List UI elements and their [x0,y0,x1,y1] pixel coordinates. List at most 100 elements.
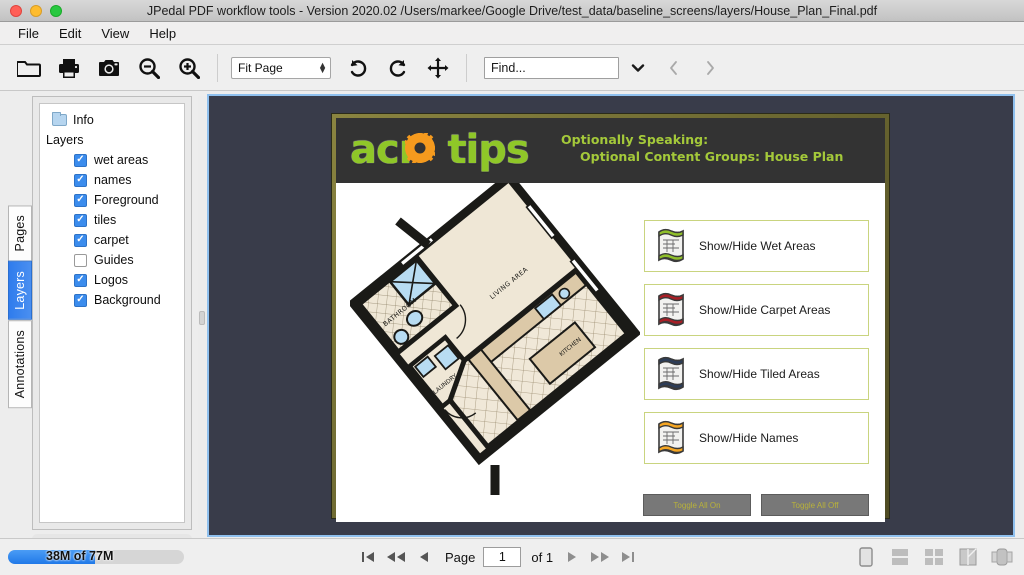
show-hide-wet-areas-button[interactable]: Show/Hide Wet Areas [644,220,869,272]
facing-pages-view-icon [925,549,943,565]
blueprint-scroll-carpet-areas-icon [658,292,684,327]
fast-forward-icon [591,552,610,562]
layer-row-tiles[interactable]: tiles [44,210,180,230]
layer-checkbox-guides[interactable] [74,253,87,267]
show-hide-names-button[interactable]: Show/Hide Names [644,412,869,464]
book-view-button[interactable] [954,544,982,570]
toggle-all-on-button[interactable]: Toggle All On [643,494,751,516]
menu-help[interactable]: Help [139,24,186,43]
show-hide-carpet-areas-button[interactable]: Show/Hide Carpet Areas [644,284,869,336]
menu-view[interactable]: View [91,24,139,43]
page-flow-view-icon [991,548,1013,566]
chevron-left-icon [670,60,677,75]
blueprint-scroll-tiled-areas-icon [658,356,684,391]
layer-row-carpet[interactable]: carpet [44,230,180,250]
find-options-button[interactable] [621,53,655,83]
layer-checkbox-wet-areas[interactable] [74,153,87,167]
layer-row-guides[interactable]: Guides [44,250,180,270]
document-body: BATHROOM LAUNDRY KITCHEN LIVING AREA Sho… [336,171,885,522]
acrotips-logo: acr tips [350,126,530,174]
open-file-button[interactable] [10,51,48,85]
rotate-left-button[interactable] [339,51,377,85]
layer-checkbox-names[interactable] [74,173,87,187]
tree-node-info[interactable]: Info [44,110,180,130]
sidebar-tab-layers[interactable]: Layers [8,261,32,321]
layer-checkbox-logos[interactable] [74,273,87,287]
next-page-button[interactable] [559,545,585,569]
tree-node-layers-group[interactable]: Layers [44,130,180,150]
layers-tree: Info Layers wet areas names Foreground t… [39,103,185,523]
layer-row-names[interactable]: names [44,170,180,190]
page-view-mode-group [852,544,1016,570]
find-input[interactable]: Find... [484,56,619,79]
previous-page-button[interactable] [411,545,437,569]
find-next-button[interactable] [693,53,727,83]
document-header-band: acr tips Optionally Speaking: Optional C… [336,118,885,183]
toggle-all-button-row: Toggle All On Toggle All Off [358,494,869,516]
zoom-in-icon [179,57,200,79]
zoom-in-button[interactable] [170,51,208,85]
fast-forward-button[interactable] [587,545,613,569]
chevron-right-icon [707,60,714,75]
page-number-input[interactable]: 1 [483,547,522,567]
show-hide-tiled-areas-button[interactable]: Show/Hide Tiled Areas [644,348,869,400]
sidebar-splitter[interactable] [198,96,206,530]
rotate-right-button[interactable] [379,51,417,85]
find-previous-button[interactable] [657,53,691,83]
close-window-button[interactable] [10,4,22,17]
toggle-all-off-button[interactable]: Toggle All Off [761,494,869,516]
gear-teeth-icon [405,133,435,163]
fast-rewind-icon [387,552,405,562]
layers-sidebar-panel: Info Layers wet areas names Foreground t… [32,96,192,530]
first-page-button[interactable] [355,545,381,569]
zoom-level-select[interactable]: Fit Page ▲ ▼ [231,56,331,79]
open-folder-icon [17,60,41,77]
application-window: JPedal PDF workflow tools - Version 2020… [0,0,1024,575]
main-toolbar: Fit Page ▲ ▼ Find... [0,45,1024,91]
blueprint-scroll-wet-areas-icon [658,228,684,263]
layer-checkbox-tiles[interactable] [74,213,87,227]
page-flow-view-button[interactable] [988,544,1016,570]
previous-page-icon [420,552,428,562]
layer-checkbox-foreground[interactable] [74,193,87,207]
single-page-view-icon [859,547,873,567]
rotate-counterclockwise-icon [350,59,367,77]
headline-line-1: Optionally Speaking: [561,132,709,147]
minimize-window-button[interactable] [30,4,42,17]
menu-file[interactable]: File [8,24,49,43]
layer-row-foreground[interactable]: Foreground [44,190,180,210]
first-page-icon [362,552,374,562]
layer-label-carpet: carpet [94,233,129,247]
layer-row-background[interactable]: Background [44,290,180,310]
memory-usage-text: 38M of 77M [46,549,114,563]
layer-label-tiles: tiles [94,213,117,227]
show-hide-carpet-areas-label: Show/Hide Carpet Areas [699,303,831,317]
pdf-viewer-canvas[interactable]: acr tips Optionally Speaking: Optional C… [207,94,1015,537]
layer-checkbox-background[interactable] [74,293,87,307]
maximize-window-button[interactable] [50,4,62,17]
snapshot-button[interactable] [90,51,128,85]
blueprint-scroll-names-icon [658,420,684,455]
layer-label-names: names [94,173,132,187]
layer-checkbox-carpet[interactable] [74,233,87,247]
pan-tool-button[interactable] [419,51,457,85]
continuous-view-icon [892,549,908,565]
layer-row-wet-areas[interactable]: wet areas [44,150,180,170]
sidebar-tab-annotations[interactable]: Annotations [8,320,32,409]
zoom-out-button[interactable] [130,51,168,85]
fast-rewind-button[interactable] [383,545,409,569]
window-controls [10,4,62,17]
last-page-button[interactable] [615,545,641,569]
single-page-view-button[interactable] [852,544,880,570]
continuous-view-button[interactable] [886,544,914,570]
layer-label-wet-areas: wet areas [94,153,149,167]
zoom-out-icon [139,57,160,79]
menu-edit[interactable]: Edit [49,24,91,43]
headline-line-2: Optional Content Groups: House Plan [580,149,844,164]
facing-pages-view-button[interactable] [920,544,948,570]
spinner-arrows-icon: ▲ ▼ [318,59,327,75]
splitter-grip-handle[interactable] [199,311,205,325]
layer-row-logos[interactable]: Logos [44,270,180,290]
print-button[interactable] [50,51,88,85]
sidebar-tab-pages[interactable]: Pages [8,205,32,262]
